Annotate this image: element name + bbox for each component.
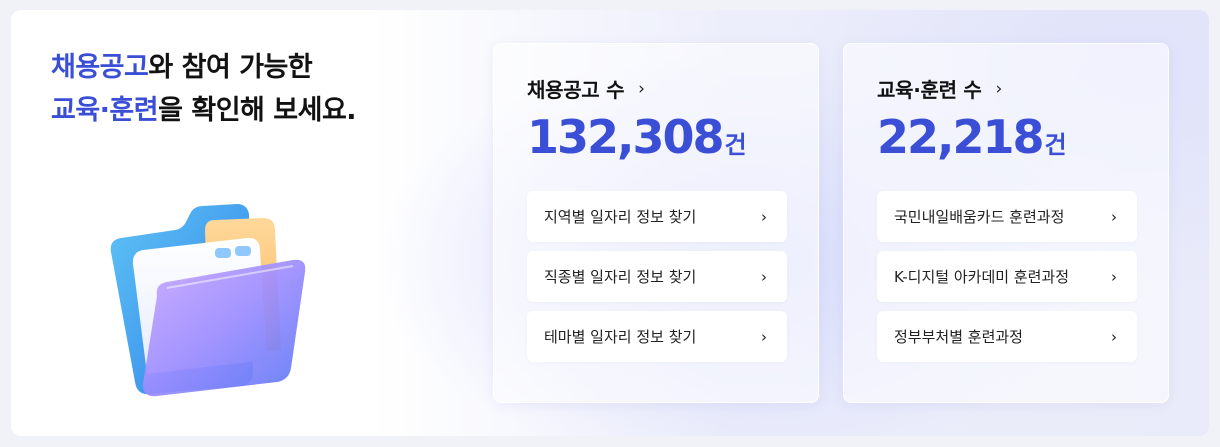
job-postings-title-link[interactable]: 채용공고 수 › bbox=[527, 74, 645, 103]
link-jobs-by-theme[interactable]: 테마별 일자리 정보 찾기 › bbox=[527, 311, 787, 362]
link-label: 테마별 일자리 정보 찾기 bbox=[544, 328, 697, 346]
link-label: 직종별 일자리 정보 찾기 bbox=[544, 268, 697, 286]
chevron-right-icon: › bbox=[1111, 327, 1117, 346]
chevron-right-icon: › bbox=[995, 78, 1002, 99]
training-count-value: 22,218 bbox=[877, 110, 1045, 164]
job-postings-title: 채용공고 수 bbox=[527, 78, 625, 102]
chevron-right-icon: › bbox=[761, 207, 767, 226]
link-label: K-디지털 아카데미 훈련과정 bbox=[894, 268, 1070, 286]
link-national-learning-card-courses[interactable]: 국민내일배움카드 훈련과정 › bbox=[877, 191, 1137, 242]
job-postings-count-unit: 건 bbox=[724, 131, 747, 159]
job-postings-count-value: 132,308 bbox=[527, 110, 725, 164]
job-postings-card: 채용공고 수 › 132,308 건 지역별 일자리 정보 찾기 › 직종별 일… bbox=[493, 43, 819, 403]
headline-text-2: 을 확인해 보세요. bbox=[158, 95, 357, 126]
job-postings-links: 지역별 일자리 정보 찾기 › 직종별 일자리 정보 찾기 › 테마별 일자리 … bbox=[527, 191, 787, 371]
link-label: 국민내일배움카드 훈련과정 bbox=[894, 208, 1065, 226]
chevron-right-icon: › bbox=[761, 327, 767, 346]
training-links: 국민내일배움카드 훈련과정 › K-디지털 아카데미 훈련과정 › 정부부처별 … bbox=[877, 191, 1137, 371]
link-k-digital-academy-courses[interactable]: K-디지털 아카데미 훈련과정 › bbox=[877, 251, 1137, 302]
link-label: 정부부처별 훈련과정 bbox=[894, 328, 1023, 346]
link-label: 지역별 일자리 정보 찾기 bbox=[544, 208, 697, 226]
training-card: 교육·훈련 수 › 22,218 건 국민내일배움카드 훈련과정 › K-디지털… bbox=[843, 43, 1169, 403]
link-ministry-courses[interactable]: 정부부처별 훈련과정 › bbox=[877, 311, 1137, 362]
link-jobs-by-region[interactable]: 지역별 일자리 정보 찾기 › bbox=[527, 191, 787, 242]
headline-text-1: 와 참여 가능한 bbox=[148, 52, 313, 83]
headline-line-1: 채용공고와 참여 가능한 bbox=[51, 46, 356, 89]
training-title: 교육·훈련 수 bbox=[877, 78, 982, 102]
stats-panel: 채용공고와 참여 가능한 교육·훈련을 확인해 보세요. 채용공고 수 › 13… bbox=[11, 10, 1209, 436]
job-postings-count: 132,308 건 bbox=[527, 110, 747, 164]
training-count: 22,218 건 bbox=[877, 110, 1067, 164]
folder-icon bbox=[97, 190, 307, 400]
training-title-link[interactable]: 교육·훈련 수 › bbox=[877, 74, 1002, 103]
link-jobs-by-occupation[interactable]: 직종별 일자리 정보 찾기 › bbox=[527, 251, 787, 302]
headline: 채용공고와 참여 가능한 교육·훈련을 확인해 보세요. bbox=[51, 46, 357, 132]
chevron-right-icon: › bbox=[638, 78, 645, 99]
headline-line-2: 교육·훈련을 확인해 보세요. bbox=[51, 89, 357, 132]
chevron-right-icon: › bbox=[1111, 207, 1117, 226]
chevron-right-icon: › bbox=[1111, 267, 1117, 286]
training-count-unit: 건 bbox=[1044, 131, 1067, 159]
headline-highlight-jobs: 채용공고 bbox=[51, 52, 149, 83]
headline-highlight-training: 교육·훈련 bbox=[51, 95, 159, 126]
chevron-right-icon: › bbox=[761, 267, 767, 286]
